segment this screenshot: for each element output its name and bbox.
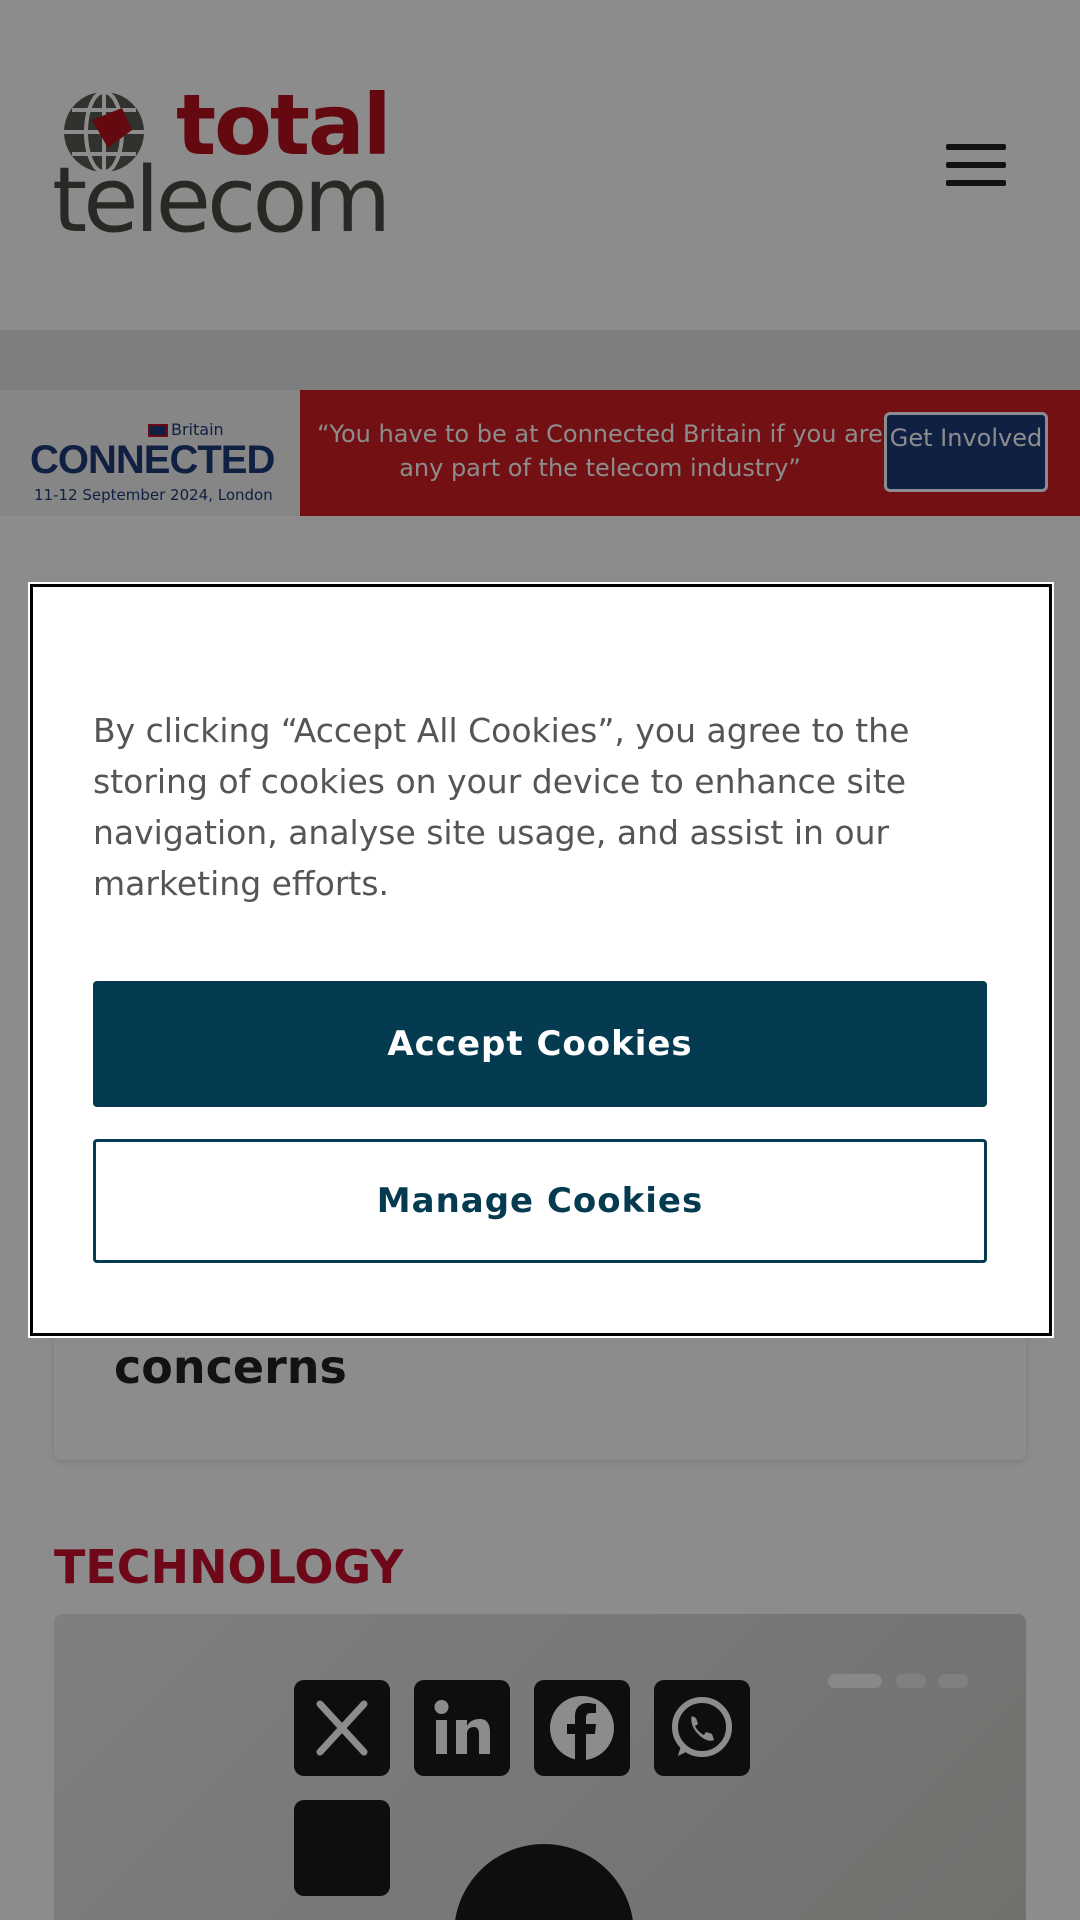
cookie-consent-dialog: By clicking “Accept All Cookies”, you ag…: [30, 584, 1052, 1336]
cookie-consent-text: By clicking “Accept All Cookies”, you ag…: [93, 711, 910, 903]
accept-cookies-button[interactable]: Accept Cookies: [93, 981, 987, 1107]
manage-cookies-button[interactable]: Manage Cookies: [93, 1139, 987, 1263]
